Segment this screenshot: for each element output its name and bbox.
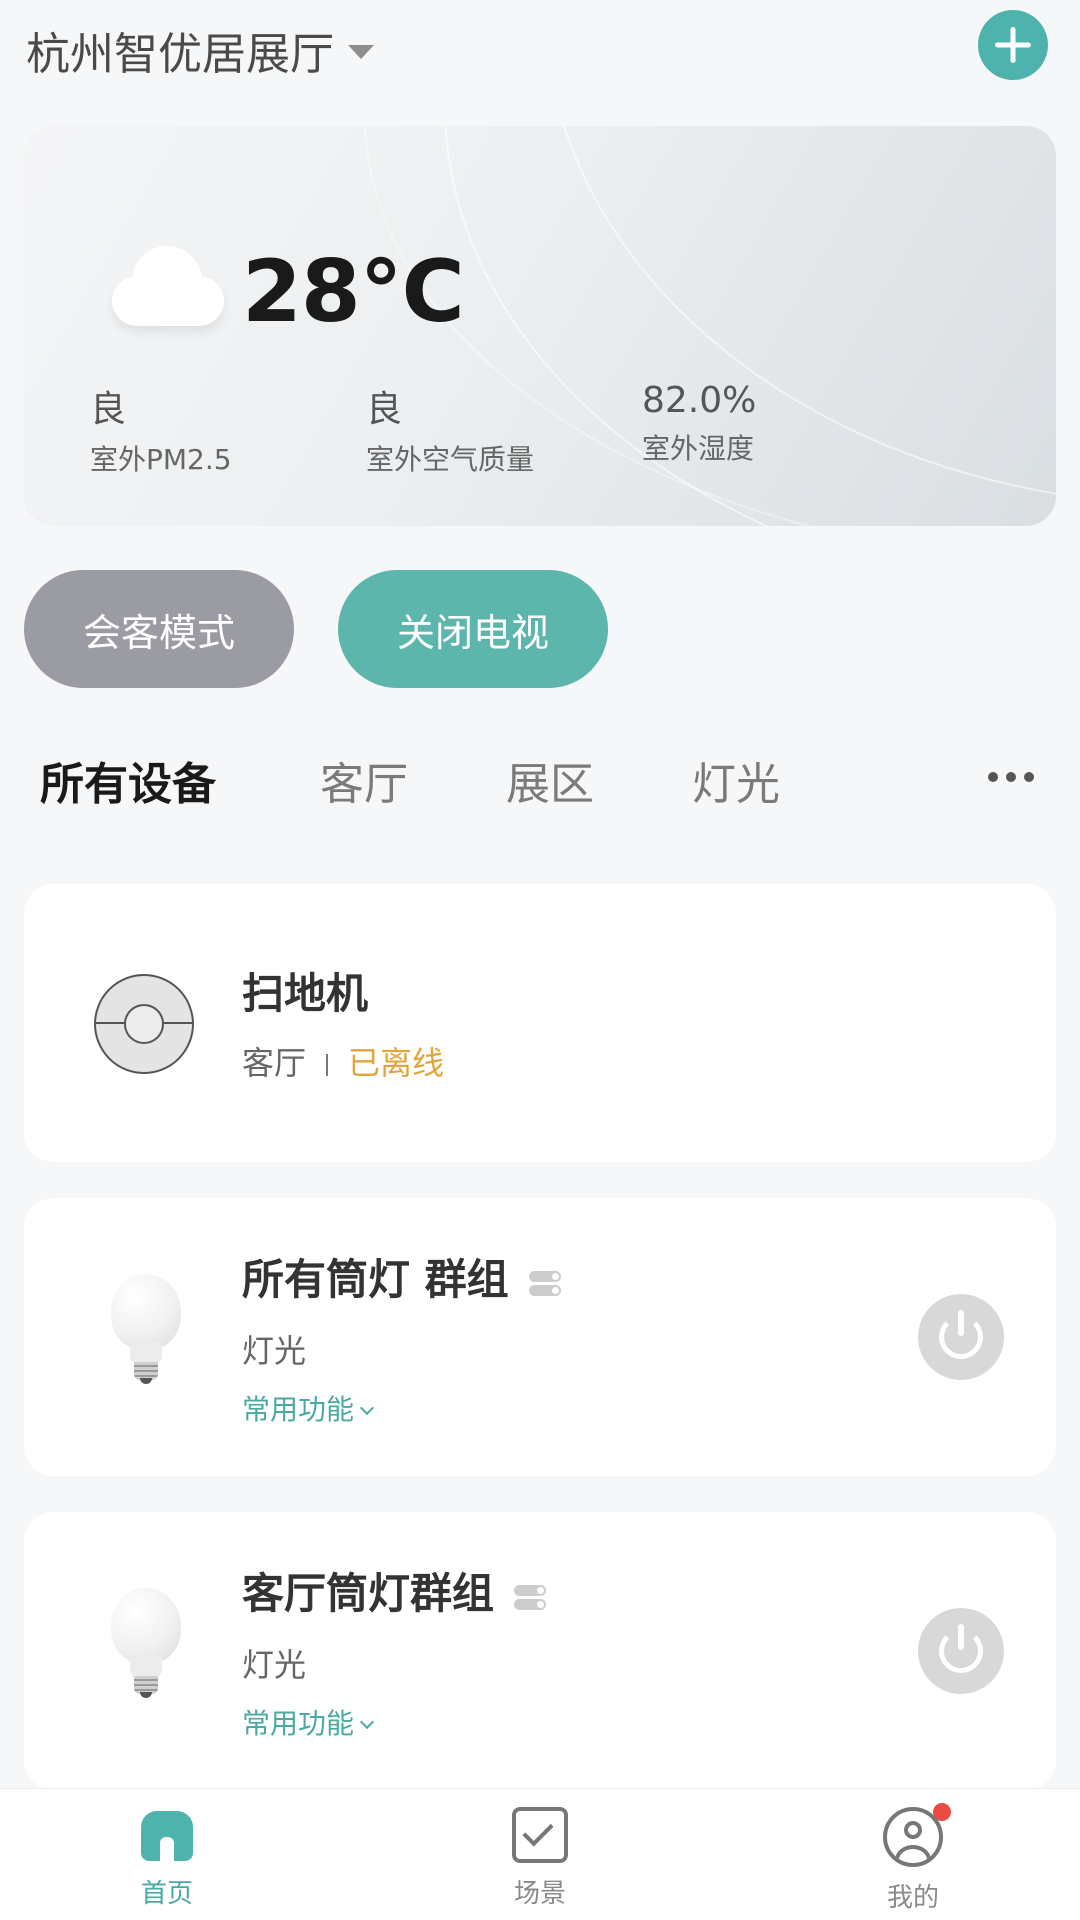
chevron-down-icon xyxy=(359,1400,375,1416)
function-label: 常用功能 xyxy=(242,1707,355,1740)
power-button[interactable] xyxy=(918,1294,1004,1380)
temperature: 28°C xyxy=(242,242,465,342)
cloud-icon xyxy=(112,246,224,326)
nav-label: 场景 xyxy=(513,1879,566,1909)
device-name: 扫地机 xyxy=(242,969,369,1018)
metric-humidity: 82.0% 室外湿度 xyxy=(642,380,756,467)
device-name-row: 客厅筒灯群组 xyxy=(242,1560,547,1621)
home-icon xyxy=(139,1807,195,1863)
home-selector[interactable]: 杭州智优居展厅 xyxy=(26,18,374,82)
chevron-down-icon xyxy=(359,1714,375,1730)
metric-pm25: 良 室外PM2.5 xyxy=(90,380,232,478)
nav-label: 我的 xyxy=(886,1883,939,1913)
notification-badge xyxy=(933,1803,951,1821)
light-bulb-icon xyxy=(108,1274,184,1394)
nav-scenes[interactable]: 场景 xyxy=(480,1807,600,1910)
tab-lighting[interactable]: 灯光 xyxy=(692,748,780,812)
device-status-line: 客厅 已离线 xyxy=(242,1038,444,1084)
device-card-all-downlights[interactable]: 所有筒灯 群组 灯光 常用功能 xyxy=(24,1198,1056,1476)
weather-card: 28°C 良 室外PM2.5 良 室外空气质量 82.0% 室外湿度 xyxy=(24,126,1056,526)
device-room: 灯光 xyxy=(242,1332,307,1370)
device-name: 所有筒灯 群组 xyxy=(242,1255,509,1304)
app-header: 杭州智优居展厅 xyxy=(0,0,1080,100)
metric-label: 室外PM2.5 xyxy=(90,443,232,476)
caret-down-icon xyxy=(348,45,374,59)
device-card-living-room-downlights[interactable]: 客厅筒灯群组 灯光 常用功能 xyxy=(24,1512,1056,1790)
add-device-button[interactable] xyxy=(978,10,1048,80)
tab-living-room[interactable]: 客厅 xyxy=(320,748,408,812)
nav-home[interactable]: 首页 xyxy=(107,1807,227,1910)
room-tabs: 所有设备 客厅 展区 灯光 xyxy=(40,748,1040,810)
device-name: 客厅筒灯群组 xyxy=(242,1569,495,1618)
metric-air-quality: 良 室外空气质量 xyxy=(366,380,534,478)
device-name-row: 所有筒灯 群组 xyxy=(242,1246,561,1307)
function-label: 常用功能 xyxy=(242,1393,355,1426)
nav-profile[interactable]: 我的 xyxy=(853,1803,973,1914)
metric-value: 良 xyxy=(90,389,127,430)
scene-check-icon xyxy=(512,1807,568,1863)
robot-vacuum-icon xyxy=(94,974,194,1074)
device-room: 客厅 xyxy=(242,1044,307,1082)
bottom-nav: 首页 场景 我的 xyxy=(0,1788,1080,1920)
tab-exhibit-area[interactable]: 展区 xyxy=(506,748,594,812)
tab-all-devices[interactable]: 所有设备 xyxy=(40,748,216,812)
metric-value: 82.0% xyxy=(642,380,757,421)
scene-button-guest-mode[interactable]: 会客模式 xyxy=(24,570,294,688)
metric-label: 室外湿度 xyxy=(642,432,755,465)
separator xyxy=(326,1054,329,1076)
metric-value: 良 xyxy=(366,389,403,430)
home-name: 杭州智优居展厅 xyxy=(26,29,334,80)
more-tabs-icon[interactable] xyxy=(988,772,1034,782)
common-functions-toggle[interactable]: 常用功能 xyxy=(242,1388,375,1428)
metric-label: 室外空气质量 xyxy=(366,443,535,476)
common-functions-toggle[interactable]: 常用功能 xyxy=(242,1702,375,1742)
group-icon xyxy=(528,1269,561,1297)
scene-button-tv-off[interactable]: 关闭电视 xyxy=(338,570,608,688)
offline-status: 已离线 xyxy=(348,1044,445,1082)
power-button[interactable] xyxy=(918,1608,1004,1694)
nav-label: 首页 xyxy=(140,1879,193,1909)
group-icon xyxy=(514,1583,547,1611)
device-card-robot-vacuum[interactable]: 扫地机 客厅 已离线 xyxy=(24,884,1056,1162)
light-bulb-icon xyxy=(108,1588,184,1708)
device-room: 灯光 xyxy=(242,1646,307,1684)
